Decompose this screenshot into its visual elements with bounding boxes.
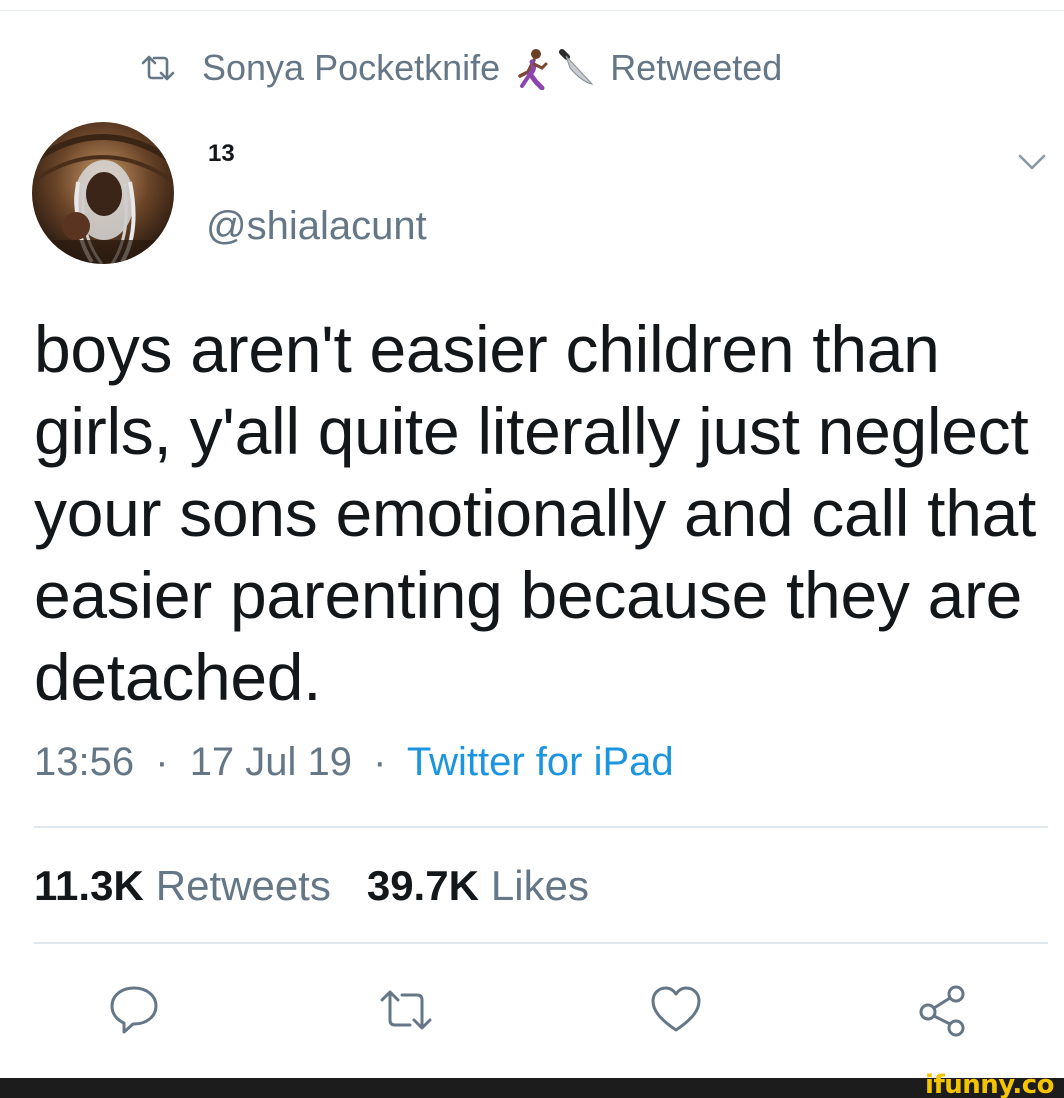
heart-icon[interactable] bbox=[648, 982, 704, 1038]
watermark-logo: ifunny.co bbox=[925, 1070, 1054, 1098]
tweet-date[interactable]: 17 Jul 19 bbox=[190, 740, 352, 784]
top-divider bbox=[0, 10, 1064, 11]
retweeted-label: Retweeted bbox=[610, 47, 783, 88]
tweet-text: boys aren't easier children than girls, … bbox=[34, 312, 1037, 714]
tweet-meta: 13:56 · 17 Jul 19 · Twitter for iPad bbox=[34, 740, 674, 785]
retweets-label: Retweets bbox=[155, 862, 331, 909]
name-emojis bbox=[510, 46, 598, 90]
engagement-stats: 11.3K Retweets 39.7K Likes bbox=[34, 862, 589, 910]
tweet-source-link[interactable]: Twitter for iPad bbox=[407, 740, 674, 784]
retweets-stat[interactable]: 11.3K Retweets bbox=[34, 862, 331, 910]
likes-stat[interactable]: 39.7K Likes bbox=[367, 862, 589, 910]
likes-label: Likes bbox=[490, 862, 589, 909]
woman-running-emoji bbox=[518, 49, 548, 90]
divider bbox=[34, 826, 1048, 828]
likes-count: 39.7K bbox=[366, 862, 479, 909]
meta-separator: · bbox=[373, 740, 387, 784]
meta-separator: · bbox=[155, 740, 169, 784]
footer-bar bbox=[0, 1078, 1064, 1098]
author-display-name[interactable]: 13 bbox=[208, 140, 235, 168]
share-icon[interactable] bbox=[914, 982, 970, 1038]
retweet-icon bbox=[141, 55, 175, 81]
retweets-count: 11.3K bbox=[34, 862, 144, 909]
tweet-time[interactable]: 13:56 bbox=[34, 740, 134, 784]
chevron-down-icon[interactable] bbox=[1014, 146, 1050, 176]
retweeter-name[interactable]: Sonya Pocketknife bbox=[202, 47, 500, 89]
reply-icon[interactable] bbox=[106, 982, 162, 1038]
divider bbox=[34, 942, 1048, 944]
retweeted-by-row[interactable]: Sonya Pocketknife Retweeted bbox=[140, 44, 782, 92]
retweet-icon[interactable] bbox=[378, 982, 434, 1038]
author-handle[interactable]: @shialacunt bbox=[206, 204, 427, 249]
knife-emoji bbox=[559, 49, 594, 85]
profile-photo bbox=[32, 122, 174, 264]
avatar[interactable] bbox=[32, 122, 174, 264]
